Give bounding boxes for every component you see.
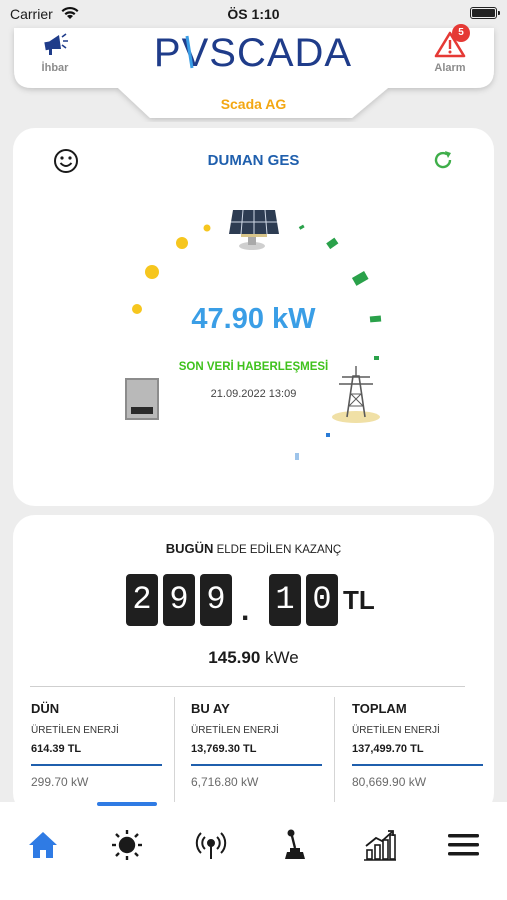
plant-title: DUMAN GES [207,152,300,169]
refresh-icon[interactable] [432,149,454,171]
tab-bar [0,802,507,900]
stat-kw: 299.70 kW [31,775,89,789]
company-name[interactable]: Scada AG [0,96,507,112]
last-communication-time: 21.09.2022 13:09 [210,388,297,400]
counter-digit: 0 [306,574,338,626]
svg-text:PVSCADA: PVSCADA [154,31,352,74]
antenna-icon [195,832,227,859]
joystick-icon [285,829,305,859]
stat-this-month[interactable]: BU AY ÜRETİLEN ENERJİ 13,769.30 TL 6,716… [191,701,333,789]
counter-decimal-point: . [241,594,250,627]
stat-money: 614.39 TL [31,743,82,755]
stat-underline [352,764,483,766]
pvscada-logo: PVSCADA [154,31,352,74]
counter-digit: 9 [163,574,195,626]
megaphone-icon [39,30,71,58]
sun-icon [112,830,142,860]
divider [30,686,465,687]
report-label: İhbar [41,62,69,74]
stat-yesterday[interactable]: DÜN ÜRETİLEN ENERJİ 614.39 TL 299.70 kW [31,701,173,789]
stat-title: BU AY [191,701,230,716]
energy-today-unit: kWe [260,648,299,667]
earnings-card: BUGÜN ELDE EDİLEN KAZANÇ 2 9 9 . 1 0 TL … [13,515,494,815]
stat-title: TOPLAM [352,701,407,716]
stat-title: DÜN [31,701,60,716]
plant-status-card: DUMAN GES 47.90 kW SON VERİ HABERLEŞMESİ… [13,128,494,506]
tab-reports[interactable] [354,826,404,866]
energy-today: 145.90 kWe [13,648,494,668]
stat-subtitle: ÜRETİLEN ENERJİ [352,725,440,736]
tab-communication[interactable] [186,826,236,866]
chart-icon [364,830,396,861]
alarm-label: Alarm [434,62,466,74]
counter-digit: 1 [269,574,301,626]
tab-control[interactable] [270,826,320,866]
stat-underline [31,764,162,766]
home-icon [29,832,57,858]
stat-subtitle: ÜRETİLEN ENERJİ [31,725,119,736]
solar-panel-icon [229,209,279,250]
current-power-value: 47.90 kW [191,303,316,335]
stat-kw: 6,716.80 kW [191,775,259,789]
menu-icon [448,834,479,856]
divider [334,697,335,815]
active-tab-indicator [97,802,157,806]
earnings-title-rest: ELDE EDİLEN KAZANÇ [213,544,342,556]
last-communication-label: SON VERİ HABERLEŞMESİ [178,361,329,373]
counter-digit: 2 [126,574,158,626]
divider [174,697,175,815]
alarm-button[interactable]: 5 Alarm [415,24,485,74]
tab-home[interactable] [18,826,68,866]
stat-money: 13,769.30 TL [191,743,257,755]
tab-menu[interactable] [438,826,488,866]
alarm-count-badge: 5 [452,24,470,42]
tab-solar[interactable] [102,826,152,866]
stat-underline [191,764,322,766]
energy-today-value: 145.90 [208,648,261,667]
counter-digit: 9 [200,574,232,626]
stat-subtitle: ÜRETİLEN ENERJİ [191,725,279,736]
earnings-title: BUGÜN ELDE EDİLEN KAZANÇ [13,541,494,556]
warning-triangle-icon: 5 [434,24,470,58]
stat-money: 137,499.70 TL [352,743,424,755]
currency-label: TL [343,585,375,615]
stat-kw: 80,669.90 kW [352,775,427,789]
earnings-title-bold: BUGÜN [165,541,214,556]
stat-total[interactable]: TOPLAM ÜRETİLEN ENERJİ 137,499.70 TL 80,… [352,701,494,789]
report-button[interactable]: İhbar [20,30,90,74]
